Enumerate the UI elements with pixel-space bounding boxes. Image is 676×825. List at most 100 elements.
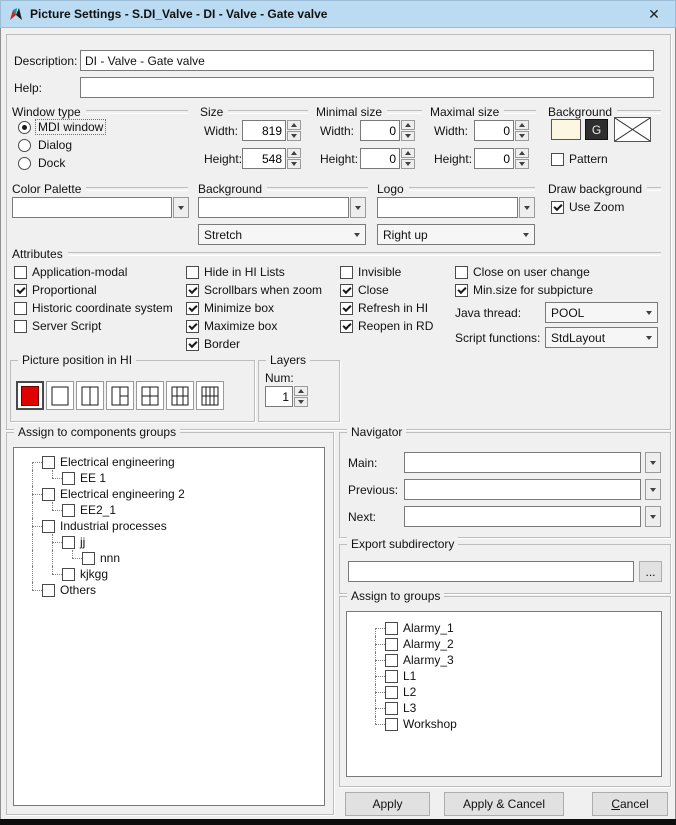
tree-item-checkbox[interactable] bbox=[82, 552, 95, 565]
list-item[interactable]: L2 bbox=[347, 684, 416, 700]
group-checkbox[interactable] bbox=[385, 670, 398, 683]
group-checkbox[interactable] bbox=[385, 686, 398, 699]
radio-dock[interactable]: Dock bbox=[18, 156, 67, 170]
radio-mdi-window[interactable]: MDI window bbox=[18, 120, 105, 134]
spin-down-button[interactable] bbox=[287, 131, 301, 141]
list-item[interactable]: Workshop bbox=[347, 716, 457, 732]
spin-up-button[interactable] bbox=[401, 120, 415, 130]
group-checkbox[interactable] bbox=[385, 654, 398, 667]
logo-input[interactable] bbox=[377, 197, 518, 218]
tree-item-checkbox[interactable] bbox=[62, 472, 75, 485]
tree-item-checkbox[interactable] bbox=[62, 504, 75, 517]
list-item[interactable]: Alarmy_3 bbox=[347, 652, 454, 668]
tree-item[interactable]: Industrial processes bbox=[14, 518, 167, 534]
navigator-previous-input[interactable] bbox=[404, 479, 641, 500]
dropdown-button[interactable] bbox=[350, 197, 366, 218]
cancel-button[interactable]: Cancel bbox=[592, 792, 668, 816]
browse-button[interactable]: ... bbox=[639, 561, 662, 582]
position-button-eight-panes[interactable] bbox=[196, 381, 224, 410]
attr-checkbox-maximize-box[interactable]: Maximize box bbox=[186, 319, 277, 333]
tree-item-checkbox[interactable] bbox=[42, 488, 55, 501]
java-thread-select[interactable]: POOL bbox=[545, 302, 658, 323]
spin-down-button[interactable] bbox=[515, 159, 529, 169]
tree-item[interactable]: Electrical engineering 2 bbox=[14, 486, 185, 502]
spin-up-button[interactable] bbox=[287, 148, 301, 158]
tree-item[interactable]: kjkgg bbox=[14, 566, 108, 582]
pattern-checkbox[interactable]: Pattern bbox=[551, 152, 608, 166]
help-input[interactable] bbox=[80, 77, 654, 98]
attr-checkbox-historic-coordinate-system[interactable]: Historic coordinate system bbox=[14, 301, 173, 315]
list-item[interactable]: L3 bbox=[347, 700, 416, 716]
position-button-two-columns[interactable] bbox=[76, 381, 104, 410]
description-input[interactable] bbox=[80, 50, 654, 71]
tree-item[interactable]: nnn bbox=[14, 550, 120, 566]
apply-button[interactable]: Apply bbox=[345, 792, 430, 816]
position-button-left-and-split-right[interactable] bbox=[106, 381, 134, 410]
spin-down-button[interactable] bbox=[401, 131, 415, 141]
size-height-input[interactable] bbox=[242, 148, 286, 169]
attr-checkbox-application-modal[interactable]: Application-modal bbox=[14, 265, 127, 279]
attr-checkbox-refresh-in-hi[interactable]: Refresh in HI bbox=[340, 301, 428, 315]
spin-down-button[interactable] bbox=[515, 131, 529, 141]
attr-checkbox-hide-in-hi-lists[interactable]: Hide in HI Lists bbox=[186, 265, 285, 279]
apply-and-cancel-button[interactable]: Apply & Cancel bbox=[444, 792, 564, 816]
export-subdirectory-input[interactable] bbox=[348, 561, 634, 582]
dropdown-button[interactable] bbox=[173, 197, 189, 218]
list-item[interactable]: Alarmy_2 bbox=[347, 636, 454, 652]
attr-checkbox-close[interactable]: Close bbox=[340, 283, 389, 297]
use-zoom-checkbox[interactable]: Use Zoom bbox=[551, 200, 624, 214]
dropdown-button[interactable] bbox=[645, 452, 661, 473]
spin-up-button[interactable] bbox=[515, 120, 529, 130]
position-button-full-red[interactable] bbox=[16, 381, 44, 410]
list-item[interactable]: Alarmy_1 bbox=[347, 620, 454, 636]
tree-item[interactable]: Electrical engineering bbox=[14, 454, 175, 470]
group-checkbox[interactable] bbox=[385, 718, 398, 731]
color-palette-input[interactable] bbox=[12, 197, 172, 218]
background-fill-input[interactable] bbox=[198, 197, 349, 218]
max-height-input[interactable] bbox=[474, 148, 514, 169]
assign-groups-list[interactable]: Alarmy_1 Alarmy_2 Alarmy_3 L1 L2 L3 bbox=[346, 611, 662, 777]
tree-item[interactable]: EE 1 bbox=[14, 470, 106, 486]
components-groups-tree[interactable]: Electrical engineering EE 1 Electrical e… bbox=[13, 447, 325, 806]
spin-down-button[interactable] bbox=[287, 159, 301, 169]
attr-checkbox-close-on-user-change[interactable]: Close on user change bbox=[455, 265, 590, 279]
logo-position-select[interactable]: Right up bbox=[377, 224, 535, 245]
tree-item-checkbox[interactable] bbox=[42, 520, 55, 533]
list-item[interactable]: L1 bbox=[347, 668, 416, 684]
position-button-six-panes[interactable] bbox=[166, 381, 194, 410]
close-icon[interactable]: ✕ bbox=[632, 0, 676, 28]
tree-item[interactable]: jj bbox=[14, 534, 85, 550]
tree-item-checkbox[interactable] bbox=[62, 536, 75, 549]
attr-checkbox-min-size-for-subpicture[interactable]: Min.size for subpicture bbox=[455, 283, 593, 297]
attr-checkbox-proportional[interactable]: Proportional bbox=[14, 283, 97, 297]
tree-item-checkbox[interactable] bbox=[62, 568, 75, 581]
attr-checkbox-server-script[interactable]: Server Script bbox=[14, 319, 101, 333]
size-width-input[interactable] bbox=[242, 120, 286, 141]
spin-up-button[interactable] bbox=[515, 148, 529, 158]
spin-up-button[interactable] bbox=[294, 386, 308, 396]
attr-checkbox-scrollbars-when-zoom[interactable]: Scrollbars when zoom bbox=[186, 283, 322, 297]
tree-item-checkbox[interactable] bbox=[42, 584, 55, 597]
dropdown-button[interactable] bbox=[645, 506, 661, 527]
attr-checkbox-minimize-box[interactable]: Minimize box bbox=[186, 301, 274, 315]
attr-checkbox-border[interactable]: Border bbox=[186, 337, 240, 351]
background-stretch-select[interactable]: Stretch bbox=[198, 224, 366, 245]
navigator-main-input[interactable] bbox=[404, 452, 641, 473]
radio-dialog[interactable]: Dialog bbox=[18, 138, 74, 152]
tree-item[interactable]: EE2_1 bbox=[14, 502, 116, 518]
tree-item-checkbox[interactable] bbox=[42, 456, 55, 469]
spin-down-button[interactable] bbox=[401, 159, 415, 169]
background-color-swatch[interactable] bbox=[551, 119, 581, 140]
layers-num-input[interactable] bbox=[265, 386, 293, 407]
navigator-next-input[interactable] bbox=[404, 506, 641, 527]
spin-down-button[interactable] bbox=[294, 397, 308, 407]
group-checkbox[interactable] bbox=[385, 702, 398, 715]
dropdown-button[interactable] bbox=[519, 197, 535, 218]
tree-item[interactable]: Others bbox=[14, 582, 96, 598]
gradient-button[interactable]: G bbox=[585, 119, 608, 140]
position-button-whole[interactable] bbox=[46, 381, 74, 410]
attr-checkbox-invisible[interactable]: Invisible bbox=[340, 265, 401, 279]
spin-up-button[interactable] bbox=[287, 120, 301, 130]
group-checkbox[interactable] bbox=[385, 622, 398, 635]
group-checkbox[interactable] bbox=[385, 638, 398, 651]
